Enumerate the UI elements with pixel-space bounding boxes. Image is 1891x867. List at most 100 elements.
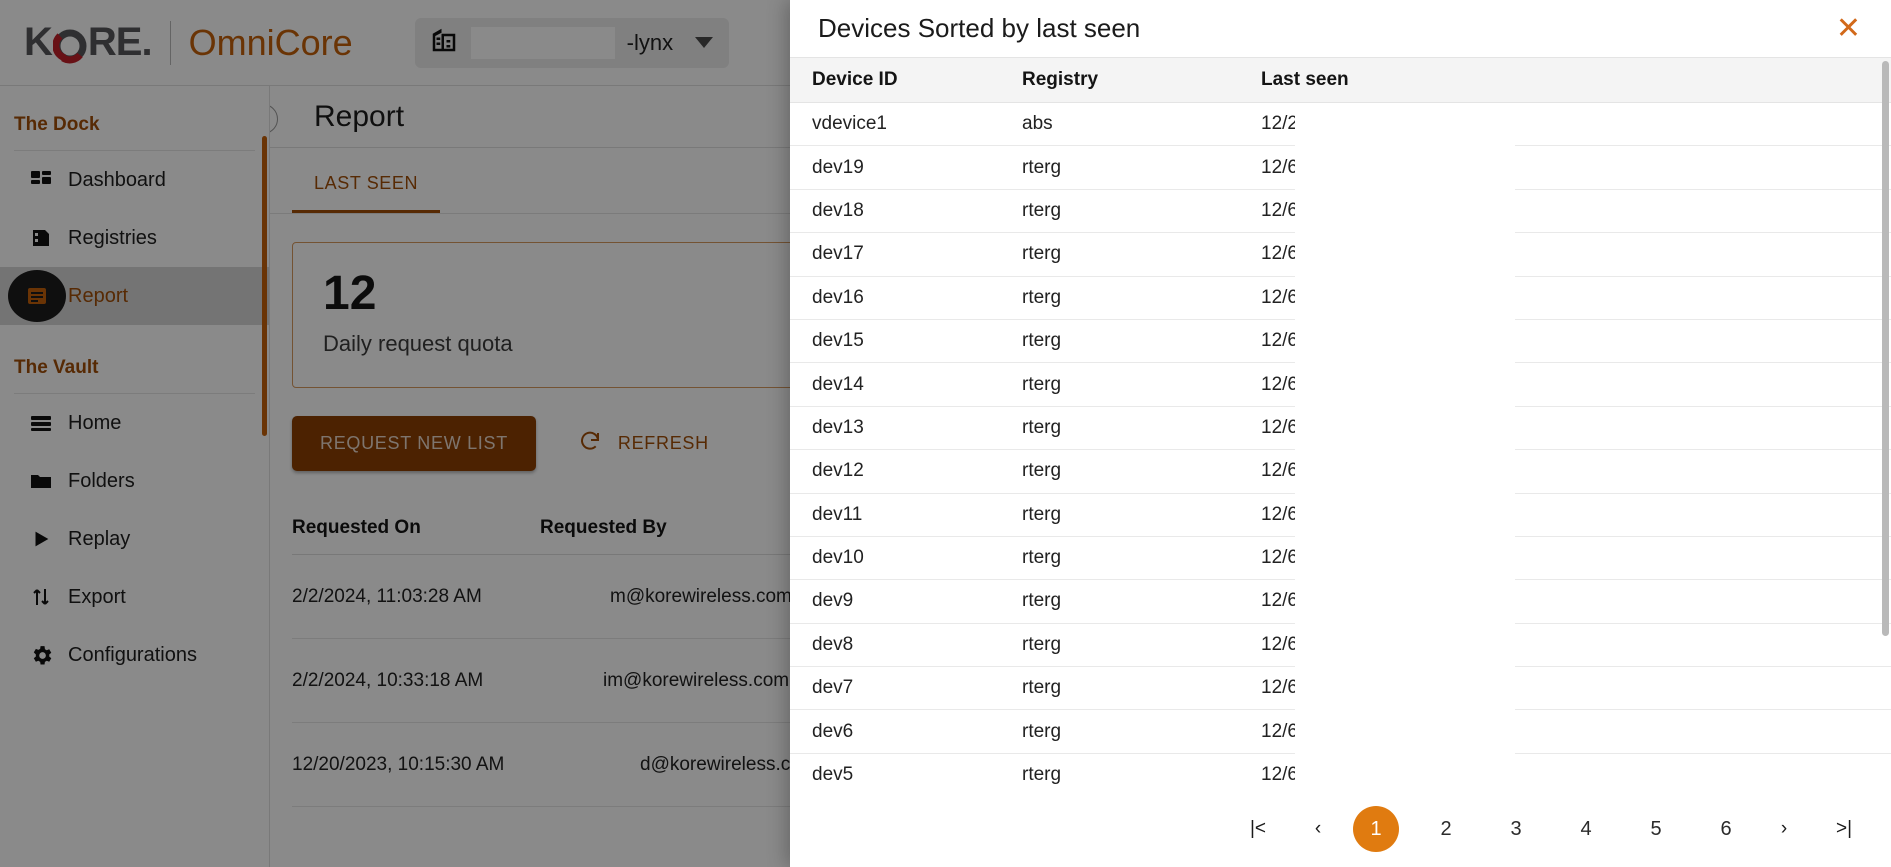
table-row[interactable]: dev10 rterg 12/6/2023, 5:14:56 PM	[790, 537, 1891, 581]
cell-last-seen: 12/6/2023, 5:14:37 PM	[1261, 764, 1454, 786]
tenant-name-suffix: -lynx	[626, 29, 674, 55]
pagination-next-button[interactable]: ›	[1761, 806, 1807, 852]
redacted-email-part	[540, 751, 640, 778]
refresh-button[interactable]: REFRESH	[578, 429, 709, 458]
dialog-scrollbar-thumb[interactable]	[1882, 61, 1889, 636]
cell-registry: rterg	[1022, 286, 1062, 308]
pagination-page-6[interactable]: 6	[1703, 806, 1749, 852]
cell-registry: rterg	[1022, 590, 1062, 612]
cell-device-id: dev8	[812, 633, 854, 655]
sidebar-item-label: Home	[68, 411, 122, 434]
cell-last-seen: 12/6/2023, 5:15:00 PM	[1261, 503, 1454, 525]
sidebar-item-report[interactable]: Report	[0, 267, 269, 325]
cell-registry: rterg	[1022, 677, 1062, 699]
pagination-page-4[interactable]: 4	[1563, 806, 1609, 852]
sidebar-item-configurations[interactable]: Configurations	[0, 626, 269, 684]
cell-requested-by-text: d@korewireless.c	[640, 753, 791, 775]
table-row[interactable]: dev13 rterg 12/6/2023, 5:15:08 PM	[790, 407, 1891, 451]
column-header-requested-on: Requested On	[292, 516, 421, 538]
cell-last-seen: 12/6/2023, 5:14:56 PM	[1261, 547, 1454, 569]
table-row[interactable]: dev11 rterg 12/6/2023, 5:15:00 PM	[790, 494, 1891, 537]
column-header-registry: Registry	[1022, 69, 1099, 90]
sidebar-item-export[interactable]: Export	[0, 568, 269, 626]
table-row[interactable]: dev9 rterg 12/6/2023, 5:14:52 PM	[790, 580, 1891, 624]
pagination-page-1[interactable]: 1	[1353, 806, 1399, 852]
sidebar-item-label: Configurations	[68, 643, 197, 666]
table-row[interactable]: dev7 rterg 12/6/2023, 5:14:45 PM	[790, 667, 1891, 711]
request-new-list-button[interactable]: REQUEST NEW LIST	[292, 416, 536, 472]
tenant-name-redacted	[470, 26, 615, 59]
sidebar-item-registries[interactable]: Registries	[0, 209, 269, 267]
cell-device-id: dev13	[812, 416, 864, 438]
table-row[interactable]: dev5 rterg 12/6/2023, 5:14:37 PM	[790, 754, 1891, 790]
devices-table-header: Device ID Registry Last seen	[790, 57, 1891, 103]
cell-device-id: dev18	[812, 199, 864, 221]
active-indicator	[8, 270, 66, 322]
cell-device-id: dev16	[812, 286, 864, 308]
cell-last-seen: 12/6/2023, 5:14:45 PM	[1261, 677, 1454, 699]
cell-requested-on: 12/20/2023, 10:15:30 AM	[292, 753, 505, 775]
home-list-icon	[14, 411, 68, 435]
sidebar-item-label: Registries	[68, 226, 157, 249]
pagination-page-2[interactable]: 2	[1423, 806, 1469, 852]
dialog-pagination: |< ‹ 1 2 3 4 5 6 › >|	[790, 790, 1891, 867]
sidebar-item-label: Report	[68, 284, 129, 307]
sidebar-item-replay[interactable]: Replay	[0, 510, 269, 568]
cell-device-id: vdevice1	[812, 113, 887, 135]
cell-device-id: dev12	[812, 460, 864, 482]
devices-table-body: vdevice1 abs 12/21/2023, 3:21:43 PM dev19 rt…	[790, 103, 1891, 790]
tenant-selector[interactable]: -lynx	[414, 17, 730, 68]
cell-registry: rterg	[1022, 460, 1062, 482]
table-row[interactable]: vdevice1 abs 12/21/2023, 3:21:43 PM	[790, 103, 1891, 147]
column-header-device-id: Device ID	[812, 69, 898, 90]
tab-last-seen[interactable]: LAST SEEN	[292, 173, 441, 213]
cell-last-seen: 12/6/2023, 5:15:27 PM	[1261, 199, 1454, 221]
pagination-last-button[interactable]: >|	[1821, 806, 1867, 852]
cell-device-id: dev14	[812, 373, 864, 395]
table-row[interactable]: dev15 rterg 12/6/2023, 5:15:15 PM	[790, 320, 1891, 364]
cell-registry: rterg	[1022, 503, 1062, 525]
sidebar-item-folders[interactable]: Folders	[0, 452, 269, 510]
table-row[interactable]: dev17 rterg 12/6/2023, 5:15:23 PM	[790, 233, 1891, 277]
cell-registry: rterg	[1022, 243, 1062, 265]
cell-last-seen: 12/6/2023, 5:14:52 PM	[1261, 590, 1454, 612]
close-icon[interactable]: ✕	[1836, 13, 1861, 44]
sidebar-item-label: Dashboard	[68, 168, 166, 191]
devices-table: Device ID Registry Last seen vdevice1 abs…	[790, 57, 1891, 790]
cell-device-id: dev5	[812, 764, 854, 786]
table-row[interactable]: dev19 rterg 12/6/2023, 5:15:31 PM	[790, 146, 1891, 190]
pagination-prev-button[interactable]: ‹	[1295, 806, 1341, 852]
cell-device-id: dev11	[812, 503, 863, 525]
pagination-page-5[interactable]: 5	[1633, 806, 1679, 852]
cell-registry: rterg	[1022, 764, 1062, 786]
table-row[interactable]: dev12 rterg 12/6/2023, 5:15:04 PM	[790, 450, 1891, 494]
cell-registry: rterg	[1022, 330, 1062, 352]
cell-last-seen: 12/21/2023, 3:21:43 PM	[1261, 113, 1464, 135]
logo-divider	[169, 20, 171, 65]
table-row[interactable]: dev18 rterg 12/6/2023, 5:15:27 PM	[790, 190, 1891, 234]
sidebar-collapse-button[interactable]: «	[270, 104, 278, 134]
folder-icon	[14, 469, 68, 493]
sidebar-item-dashboard[interactable]: Dashboard	[0, 151, 269, 209]
table-row[interactable]: dev14 rterg 12/6/2023, 5:15:11 PM	[790, 363, 1891, 407]
cell-registry: rterg	[1022, 547, 1062, 569]
pagination-page-3[interactable]: 3	[1493, 806, 1539, 852]
dialog-scrollbar[interactable]	[1882, 57, 1889, 790]
table-row[interactable]: dev8 rterg 12/6/2023, 5:14:48 PM	[790, 624, 1891, 668]
cell-registry: abs	[1022, 113, 1053, 135]
cell-last-seen: 12/6/2023, 5:14:48 PM	[1261, 633, 1454, 655]
kore-logo-o-icon	[52, 25, 87, 63]
sidebar-group-title-vault: The Vault	[14, 325, 255, 394]
product-name: OmniCore	[188, 21, 353, 63]
cell-last-seen: 12/6/2023, 5:15:11 PM	[1261, 373, 1452, 395]
pagination-first-button[interactable]: |<	[1235, 806, 1281, 852]
table-row[interactable]: dev16 rterg 12/6/2023, 5:15:19 PM	[790, 277, 1891, 320]
cell-device-id: dev10	[812, 547, 864, 569]
sidebar-scrollbar-thumb[interactable]	[262, 136, 267, 436]
cell-last-seen: 12/6/2023, 5:15:31 PM	[1261, 156, 1454, 178]
sidebar-item-home[interactable]: Home	[0, 394, 269, 452]
cell-device-id: dev17	[812, 243, 864, 265]
cell-registry: rterg	[1022, 156, 1062, 178]
brand-logo[interactable]: K RE. OmniCore	[0, 20, 353, 65]
table-row[interactable]: dev6 rterg 12/6/2023, 5:14:41 PM	[790, 710, 1891, 754]
